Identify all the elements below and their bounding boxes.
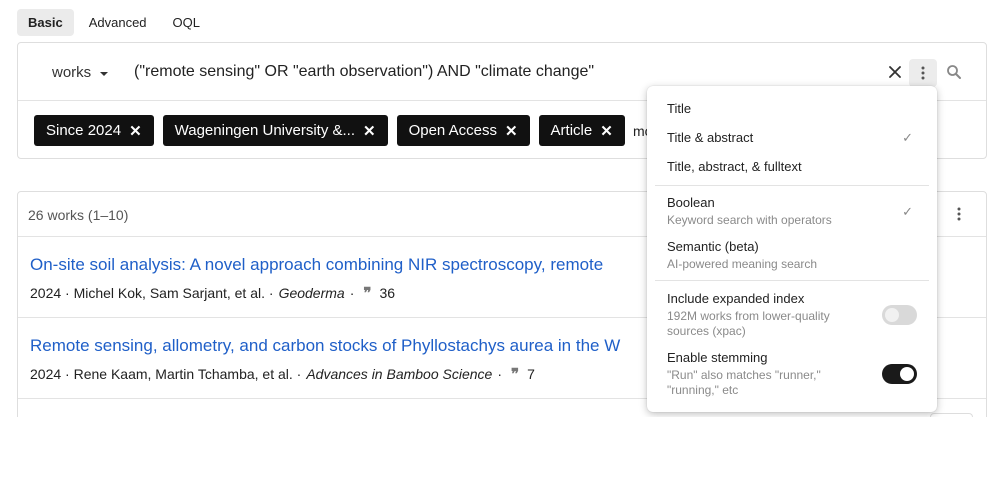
result-meta: 2024 · Rene Kaam, Martin Tchamba, et al.… [30,365,535,383]
menu-item-label: Title & abstract [667,130,754,145]
filter-chip[interactable]: Since 2024 ✕ [34,115,154,146]
menu-item-label: Boolean [667,195,715,210]
search-button[interactable] [945,63,963,81]
tab-advanced[interactable]: Advanced [78,9,158,36]
search-icon [947,65,961,79]
filter-chip-label: Open Access [408,122,497,139]
menu-item-label: Enable stemming [667,350,768,365]
result-title-link[interactable]: Remote sensing, allometry, and carbon st… [30,336,620,356]
menu-item-title-abstract-fulltext[interactable]: Title, abstract, & fulltext [667,159,917,174]
partial-element [930,413,973,417]
stemming-toggle[interactable] [882,364,917,384]
menu-item-description: Keyword search with operators [667,213,832,227]
menu-divider [655,280,929,281]
search-mode-tabs: Basic Advanced OQL [17,9,211,36]
close-icon [889,66,901,78]
menu-item-description: 192M works from lower-quality sources (x… [667,309,830,338]
result-authors: 2024 · Michel Kok, Sam Sarjant, et al. · [30,285,274,301]
menu-item-title-abstract[interactable]: Title & abstract ✓ [667,130,917,145]
toggle-knob [900,367,914,381]
menu-item-title[interactable]: Title [667,101,917,116]
search-options-button[interactable] [909,59,937,87]
quote-icon: ❞ [363,284,372,302]
menu-item-boolean[interactable]: Boolean Keyword search with operators ✓ [667,195,917,228]
filter-chip[interactable]: Article ✕ [538,115,625,146]
menu-item-label: Include expanded index [667,291,805,306]
result-citations[interactable]: 36 [379,285,395,301]
menu-item-semantic[interactable]: Semantic (beta) AI-powered meaning searc… [667,239,917,272]
tab-basic[interactable]: Basic [17,9,74,36]
close-icon[interactable]: ✕ [600,122,613,140]
search-query-input[interactable]: ("remote sensing" OR "earth observation"… [134,63,594,81]
expanded-index-toggle[interactable] [882,305,917,325]
filter-chip[interactable]: Open Access ✕ [396,115,530,146]
result-meta: 2024 · Michel Kok, Sam Sarjant, et al. ·… [30,284,395,302]
toggle-knob [885,308,899,322]
page: Basic Advanced OQL works ("remote sensin… [0,0,991,496]
more-vertical-icon [921,66,925,80]
quote-icon: ❞ [511,365,520,383]
menu-item-expanded-index: Include expanded index 192M works from l… [667,291,867,339]
close-icon[interactable]: ✕ [505,122,518,140]
viewport: Basic Advanced OQL works ("remote sensin… [0,0,991,417]
clear-search-button[interactable] [886,63,904,81]
filter-chips: Since 2024 ✕ Wageningen University &... … [34,115,625,146]
tab-oql[interactable]: OQL [162,9,211,36]
menu-item-stemming: Enable stemming "Run" also matches "runn… [667,350,857,398]
results-menu-button[interactable] [950,205,968,223]
result-authors: 2024 · Rene Kaam, Martin Tchamba, et al.… [30,366,302,382]
result-venue: Advances in Bamboo Science [306,366,493,382]
close-icon[interactable]: ✕ [363,122,376,140]
menu-item-label: Semantic (beta) [667,239,759,254]
filter-chip-label: Article [550,122,593,139]
result-title-link[interactable]: On-site soil analysis: A novel approach … [30,255,603,275]
result-venue: Geoderma [278,285,345,301]
search-options-menu: Title Title & abstract ✓ Title, abstract… [647,86,937,412]
menu-divider [655,185,929,186]
close-icon[interactable]: ✕ [129,122,142,140]
results-count: 26 works (1–10) [28,207,129,223]
check-icon: ✓ [902,130,913,145]
result-citations[interactable]: 7 [527,366,535,382]
menu-item-label: Title [667,101,692,116]
entity-select-label: works [52,64,92,81]
menu-item-description: AI-powered meaning search [667,257,818,271]
check-icon: ✓ [902,204,913,219]
result-separator: · [497,366,502,382]
filter-chip-label: Wageningen University &... [174,122,355,139]
menu-item-description: "Run" also matches "runner," "running," … [667,368,821,397]
caret-down-icon [100,71,109,76]
filter-chip[interactable]: Wageningen University &... ✕ [162,115,388,146]
entity-select[interactable]: works [52,64,109,81]
filter-chip-label: Since 2024 [46,122,122,139]
more-vertical-icon [957,207,961,221]
result-separator: · [349,285,355,301]
menu-item-label: Title, abstract, & fulltext [667,159,802,174]
